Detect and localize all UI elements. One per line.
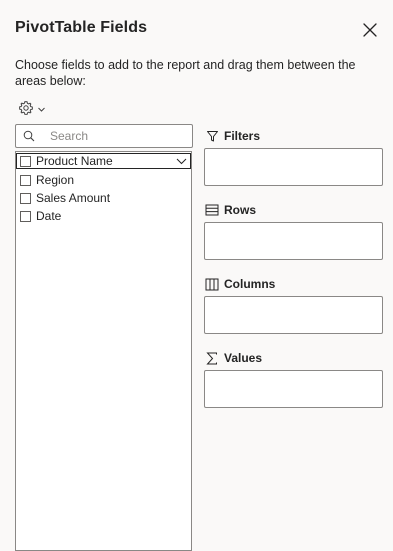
values-area-header: Values [205,350,262,366]
columns-area-header: Columns [205,276,275,292]
pane-description: Choose fields to add to the report and d… [15,58,356,88]
search-input[interactable] [50,127,186,145]
pivottable-fields-pane: PivotTable Fields Choose fields to add t… [0,0,393,551]
close-icon [363,23,377,37]
values-drop-zone[interactable] [204,370,383,408]
columns-icon [205,277,219,291]
checkbox[interactable] [20,174,31,186]
field-label: Product Name [36,154,113,168]
field-item-region[interactable]: Region [16,172,191,188]
field-label: Region [36,173,75,187]
rows-drop-zone[interactable] [204,222,383,260]
field-search-box[interactable] [15,124,193,148]
sigma-icon [205,351,219,365]
values-area-label: Values [224,351,263,365]
filters-drop-zone[interactable] [204,148,383,186]
field-list[interactable]: Product Name Region Sales Amount Date [15,151,192,551]
field-label: Sales Amount [36,191,111,205]
filter-icon [205,129,219,143]
field-settings-button[interactable] [18,99,50,117]
search-icon [23,130,35,142]
checkbox[interactable] [20,192,31,204]
columns-area-label: Columns [224,277,276,291]
rows-area-label: Rows [224,203,257,217]
rows-icon [205,203,219,217]
chevron-down-icon[interactable] [176,156,187,166]
close-button[interactable] [360,20,380,40]
field-label: Date [36,209,62,223]
field-item-date[interactable]: Date [16,208,191,224]
checkbox[interactable] [20,155,31,167]
filters-area-label: Filters [224,129,261,143]
checkbox[interactable] [20,210,31,222]
filters-area-header: Filters [205,128,260,144]
columns-drop-zone[interactable] [204,296,383,334]
pane-title: PivotTable Fields [15,19,148,36]
rows-area-header: Rows [205,202,256,218]
gear-icon [19,101,33,115]
field-item-sales-amount[interactable]: Sales Amount [16,190,191,206]
chevron-down-icon [38,107,45,112]
field-item-product-name[interactable]: Product Name [16,153,191,169]
